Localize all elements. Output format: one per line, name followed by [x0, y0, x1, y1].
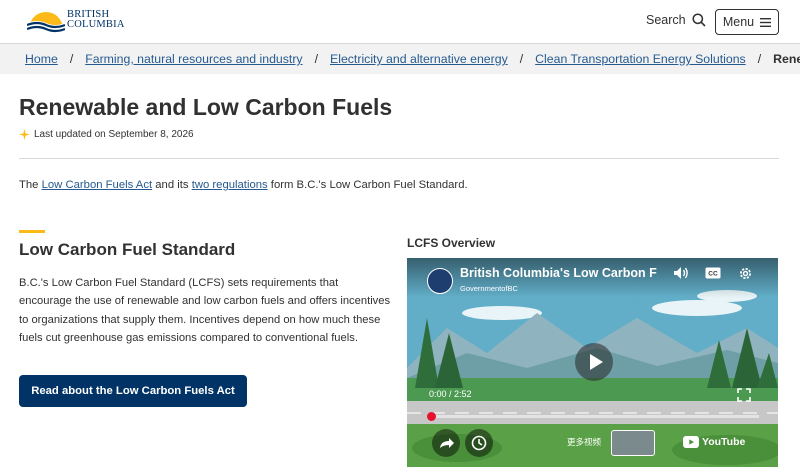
video-scrubber[interactable]	[427, 412, 436, 421]
fullscreen-icon[interactable]	[737, 388, 751, 402]
page-title: Renewable and Low Carbon Fuels	[19, 94, 393, 120]
search-label: Search	[646, 13, 686, 27]
intro-middle: and its	[152, 179, 192, 191]
divider	[19, 158, 779, 159]
breadcrumb-home[interactable]: Home	[25, 52, 58, 66]
more-videos-thumbnail[interactable]	[611, 430, 655, 456]
youtube-logo[interactable]: YouTube	[683, 436, 745, 448]
volume-icon[interactable]	[673, 266, 689, 280]
channel-avatar[interactable]	[427, 268, 453, 294]
two-regulations-link[interactable]: two regulations	[192, 179, 268, 191]
video-channel[interactable]: GovernmentofBC	[460, 284, 518, 293]
search-icon	[692, 13, 706, 27]
breadcrumb: Home / Farming, natural resources and in…	[0, 44, 800, 74]
low-carbon-fuels-act-link[interactable]: Low Carbon Fuels Act	[42, 179, 153, 191]
section-accent-bar	[19, 230, 45, 233]
play-button[interactable]	[575, 343, 613, 381]
video-time: 0:00 / 2:52	[429, 389, 472, 399]
menu-button[interactable]: Menu	[715, 9, 779, 35]
menu-label: Menu	[722, 15, 755, 29]
site-header: BRITISH COLUMBIA Search Menu	[0, 0, 800, 44]
youtube-wordmark: YouTube	[702, 436, 746, 448]
captions-icon[interactable]: CC	[705, 267, 721, 279]
breadcrumb-separator: /	[314, 52, 319, 66]
svg-text:CC: CC	[708, 271, 718, 278]
breadcrumb-separator: /	[519, 52, 524, 66]
hamburger-icon	[760, 17, 772, 27]
breadcrumb-electricity[interactable]: Electricity and alternative energy	[330, 52, 508, 66]
logo-line-2: COLUMBIA	[67, 19, 125, 30]
clock-icon	[471, 435, 487, 451]
read-act-button[interactable]: Read about the Low Carbon Fuels Act	[19, 375, 247, 407]
intro-suffix: form B.C.'s Low Carbon Fuel Standard.	[267, 179, 468, 191]
watch-later-button[interactable]	[465, 429, 493, 457]
video-title[interactable]: British Columbia's Low Carbon F	[460, 266, 665, 280]
breadcrumb-separator: /	[757, 52, 762, 66]
breadcrumb-current: Renewabl	[773, 52, 800, 66]
intro-prefix: The	[19, 179, 42, 191]
breadcrumb-clean-transportation[interactable]: Clean Transportation Energy Solutions	[535, 52, 746, 66]
youtube-play-icon	[683, 436, 699, 448]
video-progress-bar[interactable]	[429, 415, 759, 418]
share-button[interactable]	[432, 429, 460, 457]
more-videos-label[interactable]: 更多视频	[567, 436, 601, 448]
play-icon	[590, 354, 603, 370]
sparkle-icon	[19, 129, 30, 140]
breadcrumb-separator: /	[69, 52, 74, 66]
search-button[interactable]: Search	[646, 13, 706, 27]
logo-wordmark: BRITISH COLUMBIA	[67, 9, 125, 30]
breadcrumb-farming[interactable]: Farming, natural resources and industry	[85, 52, 302, 66]
section-title: Low Carbon Fuel Standard	[19, 240, 236, 259]
section-body: B.C.'s Low Carbon Fuel Standard (LCFS) s…	[19, 277, 391, 344]
intro-paragraph: The Low Carbon Fuels Act and its two reg…	[19, 179, 468, 191]
settings-gear-icon[interactable]	[738, 266, 753, 281]
share-icon	[440, 438, 454, 448]
bc-logo[interactable]: BRITISH COLUMBIA	[27, 7, 125, 35]
last-updated-text: Last updated on September 8, 2026	[34, 129, 194, 140]
last-updated: Last updated on September 8, 2026	[19, 129, 194, 140]
video-player[interactable]: British Columbia's Low Carbon F Governme…	[407, 258, 778, 467]
sun-logo-icon	[27, 12, 65, 33]
video-heading: LCFS Overview	[407, 236, 496, 250]
